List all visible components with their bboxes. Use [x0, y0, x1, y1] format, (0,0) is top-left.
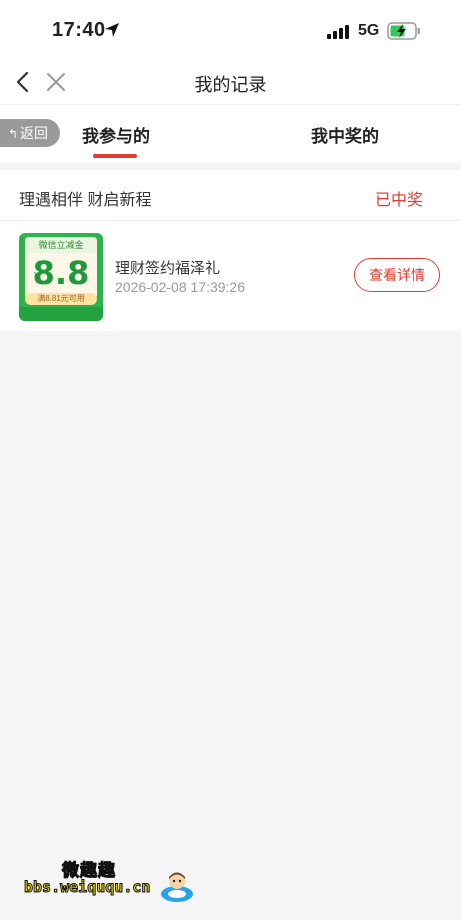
prize-condition: 满8.81元可用	[25, 293, 97, 305]
page-title: 我的记录	[194, 75, 267, 95]
tab-bar: ↰ 返回 我参与的 我中奖的	[0, 104, 461, 163]
watermark: 微趣趣 bbs.weiququ.cn	[23, 854, 204, 910]
return-label: 返回	[20, 125, 49, 141]
view-details-button[interactable]: 查看详情	[354, 258, 440, 292]
record-name: 理财签约福泽礼	[115, 260, 221, 277]
mascot-sticker-icon	[161, 872, 193, 902]
prize-amount: 8.8	[32, 254, 90, 292]
tab-won[interactable]: 我中奖的	[311, 122, 379, 147]
return-button[interactable]: ↰ 返回	[0, 119, 60, 147]
status-badge: 已中奖	[374, 192, 423, 209]
record-timestamp: 2026-02-08 17:39:26	[115, 279, 245, 295]
cellular-signal-icon	[327, 25, 349, 39]
prize-coupon: 微信立减金 ¥ 8.8	[25, 237, 97, 299]
status-time: 17:40	[52, 19, 106, 41]
network-type-label: 5G	[358, 22, 380, 39]
watermark-url: bbs.weiququ.cn	[23, 878, 151, 897]
location-arrow-icon	[105, 23, 119, 37]
activity-title: 理遇相伴 财启新程	[19, 192, 152, 209]
prize-thumbnail-base	[19, 307, 103, 321]
list-item: 微信立减金 ¥ 8.8 满8.81元可用 理财签约福泽礼 2026-02-08 …	[0, 221, 461, 331]
tab-participated[interactable]: 我参与的	[82, 122, 150, 147]
status-bar: 17:40 5G	[0, 0, 461, 60]
battery-charging-icon	[387, 22, 420, 40]
active-tab-indicator	[93, 154, 137, 158]
prize-coupon-header: 微信立减金	[25, 237, 97, 253]
navigation-bar: 我的记录	[0, 60, 461, 104]
prize-thumbnail: 微信立减金 ¥ 8.8 满8.81元可用	[19, 233, 103, 321]
activity-header: 理遇相伴 财启新程 已中奖	[0, 170, 461, 221]
return-arrow-icon: ↰	[7, 127, 19, 141]
